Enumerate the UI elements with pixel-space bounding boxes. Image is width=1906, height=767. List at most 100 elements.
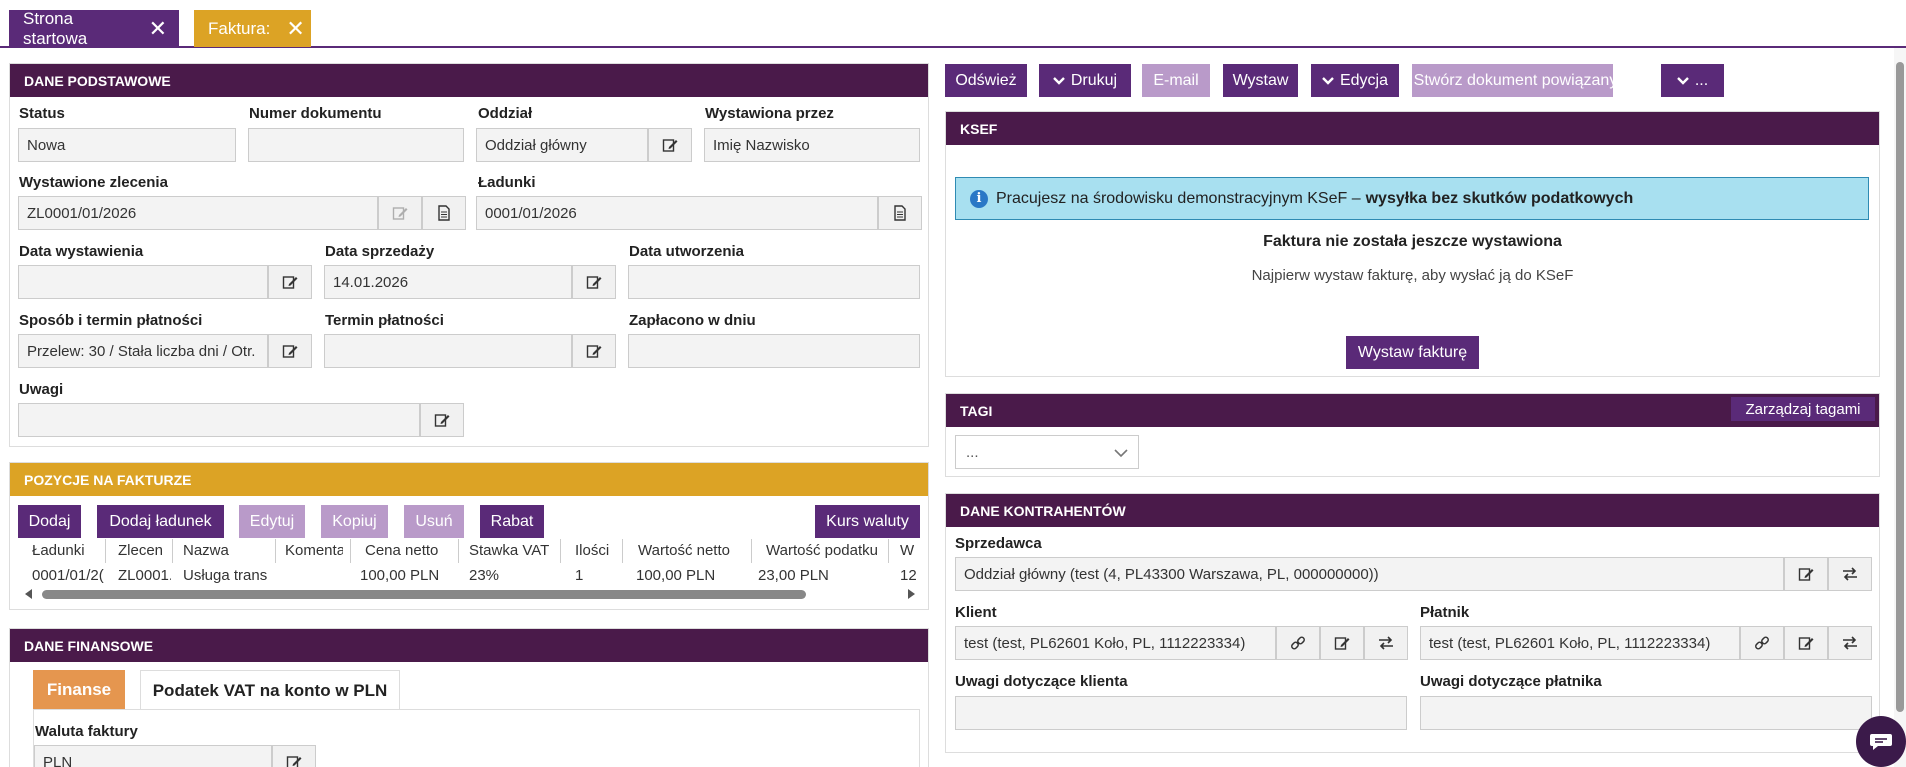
discount-button[interactable]: Rabat <box>480 505 544 538</box>
issued-by-field[interactable]: Imię Nazwisko <box>704 128 920 162</box>
document-number-field[interactable] <box>248 128 464 162</box>
edit-seller-button[interactable] <box>1784 557 1828 591</box>
due-date-field[interactable] <box>324 334 572 368</box>
refresh-button[interactable]: Odśwież <box>945 64 1027 97</box>
column-header[interactable]: Stawka VAT <box>469 542 569 559</box>
column-divider <box>560 539 561 563</box>
scrollbar-thumb[interactable] <box>42 590 806 599</box>
edit-menu-button[interactable]: Edycja <box>1311 64 1399 97</box>
column-header[interactable]: Cena netto <box>365 542 465 559</box>
tab-vat-pln[interactable]: Podatek VAT na konto w PLN <box>140 670 400 710</box>
currency-label: Waluta faktury <box>35 723 138 740</box>
edit-due-date-button[interactable] <box>572 334 616 368</box>
edit-issue-date-button[interactable] <box>268 265 312 299</box>
chat-widget-button[interactable] <box>1856 716 1906 767</box>
loads-document-button[interactable] <box>878 196 922 230</box>
payer-link-button[interactable] <box>1740 626 1784 660</box>
print-button[interactable]: Drukuj <box>1039 64 1131 97</box>
payer-notes-field[interactable] <box>1420 696 1872 730</box>
ksef-info-text: Pracujesz na środowisku demonstracyjnym … <box>996 189 1361 207</box>
client-notes-field[interactable] <box>955 696 1407 730</box>
print-label: Drukuj <box>1070 71 1118 89</box>
column-header[interactable]: Ładunki <box>32 542 107 559</box>
seller-field[interactable]: Oddział główny (test (4, PL43300 Warszaw… <box>955 557 1784 591</box>
column-header[interactable]: W <box>900 542 918 559</box>
tab-finance[interactable]: Finanse <box>33 670 125 710</box>
table-row[interactable]: 0001/01/2( ZL0001. Usługa trans 100,00 P… <box>22 567 918 587</box>
loads-field[interactable]: 0001/01/2026 <box>476 196 878 230</box>
client-field[interactable]: test (test, PL62601 Koło, PL, 1112223334… <box>955 626 1276 660</box>
swap-seller-button[interactable] <box>1828 557 1872 591</box>
swap-icon <box>1843 567 1857 581</box>
chevron-down-icon <box>1053 76 1065 85</box>
column-header[interactable]: Komenta <box>285 542 343 559</box>
document-icon <box>438 205 450 221</box>
more-actions-button[interactable]: ... <box>1661 64 1724 97</box>
payer-notes-label: Uwagi dotyczące płatnika <box>1420 673 1602 690</box>
column-header[interactable]: Nazwa <box>183 542 273 559</box>
payment-method-field[interactable]: Przelew: 30 / Stała liczba dni / Otr. <box>18 334 268 368</box>
edit-payment-method-button[interactable] <box>268 334 312 368</box>
link-icon <box>1755 636 1769 650</box>
document-icon <box>894 205 906 221</box>
edit-branch-button[interactable] <box>648 128 692 162</box>
orders-field[interactable]: ZL0001/01/2026 <box>18 196 378 230</box>
currency-field[interactable]: PLN <box>34 745 272 767</box>
due-date-label: Termin płatności <box>325 312 444 329</box>
delete-item-button[interactable]: Usuń <box>404 505 464 538</box>
column-header[interactable]: Ilości <box>575 542 625 559</box>
status-field[interactable]: Nowa <box>18 128 236 162</box>
edit-icon <box>286 756 302 767</box>
tab-invoice[interactable]: Faktura: ✕ <box>194 10 311 47</box>
edit-notes-button[interactable] <box>420 403 464 437</box>
chevron-down-icon <box>1114 449 1128 458</box>
created-date-label: Data utworzenia <box>629 243 745 260</box>
payer-label: Płatnik <box>1420 604 1470 621</box>
payment-method-label: Sposób i termin płatności <box>19 312 203 329</box>
scrollbar-thumb[interactable] <box>1896 62 1904 712</box>
orders-label: Wystawione zlecenia <box>19 174 168 191</box>
swap-client-button[interactable] <box>1364 626 1408 660</box>
notes-field[interactable] <box>18 403 420 437</box>
vertical-scrollbar[interactable] <box>1894 48 1906 767</box>
edit-currency-button[interactable] <box>272 745 316 767</box>
issue-button[interactable]: Wystaw <box>1223 64 1298 97</box>
sale-date-field[interactable]: 14.01.2026 <box>324 265 572 299</box>
seller-label: Sprzedawca <box>955 535 1042 552</box>
swap-icon <box>1843 636 1857 650</box>
edit-menu-label: Edycja <box>1339 71 1389 89</box>
edit-orders-button[interactable] <box>378 196 422 230</box>
edit-icon <box>392 207 408 220</box>
close-icon[interactable]: ✕ <box>149 17 167 40</box>
paid-date-field[interactable] <box>628 334 920 368</box>
add-item-button[interactable]: Dodaj <box>18 505 81 538</box>
manage-tags-button[interactable]: Zarządzaj tagami <box>1731 397 1875 421</box>
issue-invoice-button[interactable]: Wystaw fakturę <box>1346 336 1479 369</box>
issue-date-field[interactable] <box>18 265 268 299</box>
add-load-button[interactable]: Dodaj ładunek <box>97 505 224 538</box>
paid-date-label: Zapłacono w dniu <box>629 312 756 329</box>
created-date-field[interactable] <box>628 265 920 299</box>
payer-field[interactable]: test (test, PL62601 Koło, PL, 1112223334… <box>1420 626 1740 660</box>
cell-net-value: 100,00 PLN <box>636 567 716 584</box>
exchange-rate-button[interactable]: Kurs waluty <box>815 505 920 538</box>
create-related-document-button[interactable]: Stwórz dokument powiązany <box>1412 64 1617 97</box>
tab-home[interactable]: Strona startowa ✕ <box>9 9 179 48</box>
tags-select[interactable]: ... <box>955 435 1139 469</box>
orders-document-button[interactable] <box>422 196 466 230</box>
email-button[interactable]: E-mail <box>1142 64 1210 97</box>
close-icon[interactable]: ✕ <box>286 17 304 40</box>
column-header[interactable]: Wartość netto <box>638 542 748 559</box>
branch-field[interactable]: Oddział główny <box>476 128 648 162</box>
edit-sale-date-button[interactable] <box>572 265 616 299</box>
column-header[interactable]: Wartość podatku <box>766 542 896 559</box>
chevron-down-icon <box>1322 76 1334 85</box>
edit-icon <box>586 345 602 358</box>
swap-payer-button[interactable] <box>1828 626 1872 660</box>
edit-client-button[interactable] <box>1320 626 1364 660</box>
copy-item-button[interactable]: Kopiuj <box>321 505 388 538</box>
client-link-button[interactable] <box>1276 626 1320 660</box>
column-header[interactable]: Zlecen <box>118 542 165 559</box>
edit-item-button[interactable]: Edytuj <box>239 505 305 538</box>
edit-payer-button[interactable] <box>1784 626 1828 660</box>
